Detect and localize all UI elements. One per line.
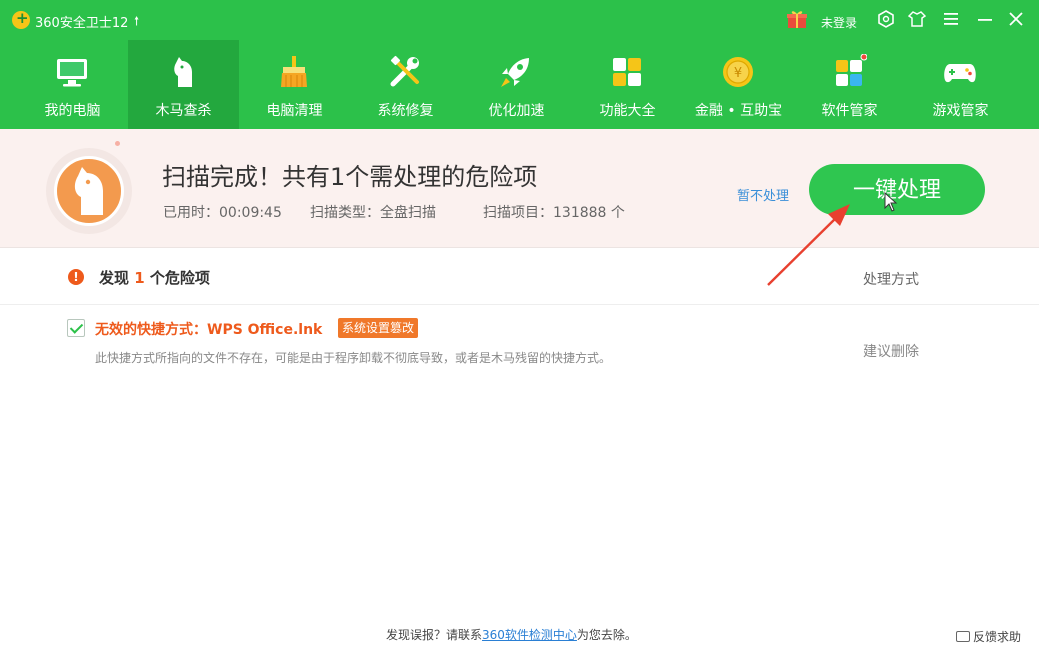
nav-label: 电脑清理 [266,103,323,119]
nav-item-trojan-scan[interactable]: 木马查杀 [128,40,239,129]
item-description: 此快捷方式所指向的文件不存在，可能是由于程序卸载不彻底导致，或者是木马残留的快捷… [95,351,612,365]
nav-item-my-computer[interactable]: 我的电脑 [17,40,128,129]
skip-link[interactable]: 暂不处理 [737,185,789,204]
footer-suffix: 为您去除。 [576,628,637,642]
nav-item-system-repair[interactable]: 系统修复 [350,40,461,129]
feedback-label: 反馈求助 [973,630,1022,644]
login-status[interactable]: 未登录 [821,14,857,31]
nav-item-software-manager[interactable]: 软件管家 [794,40,905,129]
elapsed-time: 已用时：00:09:45 [163,205,282,221]
list-item: 无效的快捷方式：WPS Office.lnk 系统设置篡改 此快捷方式所指向的文… [0,306,1039,396]
nav-label: 软件管家 [821,103,878,119]
tools-icon [390,55,419,87]
found-suffix: 个危险项 [149,269,210,287]
nav-label: 功能大全 [599,103,656,119]
title-bar: 360安全卫士12 🠕 未登录 [0,0,1039,40]
gift-icon[interactable] [786,9,808,29]
upgrade-arrow-icon[interactable]: 🠕 [134,12,139,33]
app-logo-icon [12,9,30,29]
found-summary: 发现 1 个危险项 [99,267,210,288]
minimize-icon[interactable] [975,10,995,30]
nav-label: 我的电脑 [44,103,101,119]
false-positive-note: 发现误报？请联系360软件检测中心为您去除。 [386,626,637,643]
gamepad-icon [944,64,976,83]
rocket-icon [501,58,529,87]
svg-text:¥: ¥ [734,66,742,81]
scan-summary-banner: 扫描完成！共有1个需处理的危险项 已用时：00:09:45 扫描类型：全盘扫描 … [0,129,1039,248]
found-prefix: 发现 [99,269,130,287]
broom-icon [281,56,307,87]
nav-label: 系统修复 [377,103,434,119]
coin-icon: ¥ [723,57,753,87]
nav-item-speedup[interactable]: 优化加速 [461,40,572,129]
found-count: 1 [134,269,145,287]
warning-icon: ! [68,269,84,285]
settings-hex-icon[interactable] [876,10,896,30]
scan-items-count: 扫描项目：131888 个 [483,205,625,221]
app-title: 360安全卫士12 [35,16,129,31]
nav-label: 优化加速 [488,103,545,119]
nav-label: 木马查杀 [155,103,212,119]
nav-item-all-features[interactable]: 功能大全 [572,40,683,129]
apps-icon [836,54,867,86]
close-icon[interactable] [1006,10,1026,30]
results-header: ! 发现 1 个危险项 处理方式 [0,249,1039,305]
nav-item-finance[interactable]: ¥ 金融 • 互助宝 [683,40,794,129]
app-header: 360安全卫士12 🠕 未登录 [0,0,1039,129]
nav-item-game-manager[interactable]: 游戏管家 [905,40,1016,129]
item-category-tag: 系统设置篡改 [338,318,419,338]
detection-center-link[interactable]: 360软件检测中心 [482,628,577,642]
item-title: 无效的快捷方式：WPS Office.lnk [95,322,323,338]
trojan-badge-icon [46,148,132,234]
scan-result-title: 扫描完成！共有1个需处理的危险项 [162,163,538,191]
item-checkbox[interactable] [67,319,85,337]
nav-label: 游戏管家 [932,103,989,119]
mouse-cursor-icon [884,192,898,212]
feedback-button[interactable]: 反馈求助 [956,628,1021,645]
horse-icon [74,167,103,215]
nav-item-cleanup[interactable]: 电脑清理 [239,40,350,129]
scan-type: 扫描类型：全盘扫描 [310,205,436,221]
decor-dot [115,141,120,146]
handle-method-column: 处理方式 [863,272,919,288]
monitor-icon [57,59,87,87]
grid-icon [613,58,641,86]
footer-prefix: 发现误报？请联系 [386,628,483,642]
main-nav: 我的电脑 木马查杀 电脑清理 系统修复 优化加速 功能大全 ¥ 金融 • 互助宝… [0,40,1039,129]
menu-icon[interactable] [941,10,961,30]
suggest-delete-action[interactable]: 建议删除 [863,341,919,361]
skin-shirt-icon[interactable] [907,10,927,30]
horse-icon [174,57,192,87]
feedback-icon [956,631,970,642]
nav-label: 金融 • 互助宝 [694,103,783,119]
